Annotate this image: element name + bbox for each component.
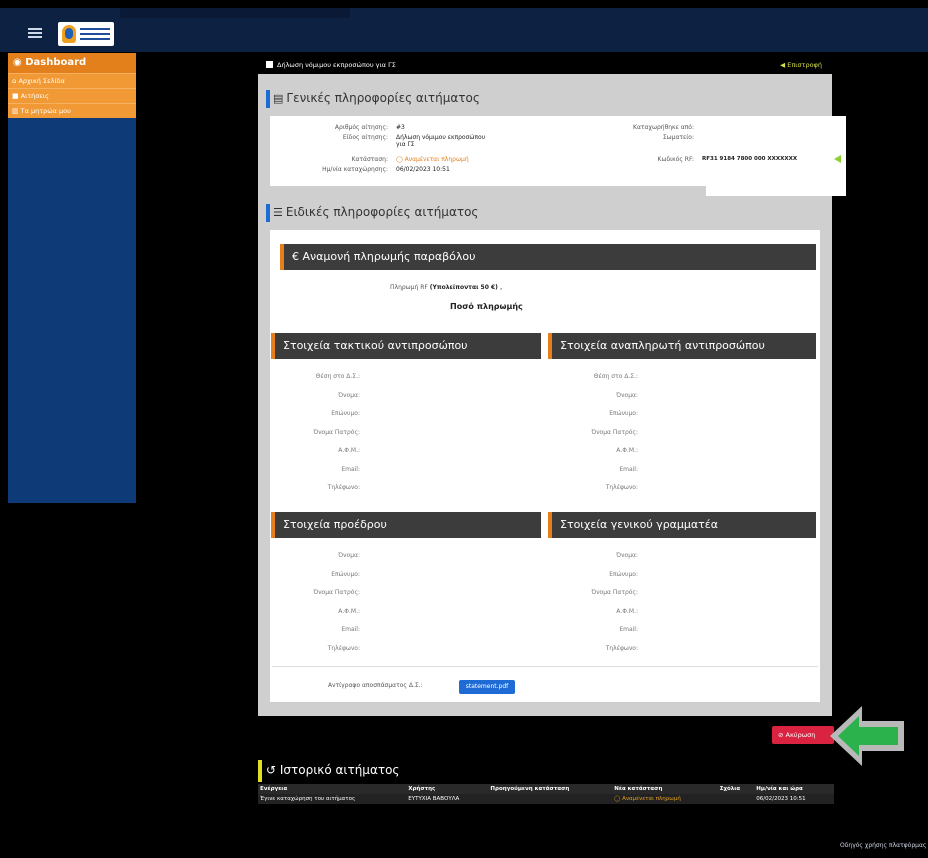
panel-top-bar: Δήλωση νόμιμου εκπροσώπου για ΓΣ ◀ Επιστ… xyxy=(258,56,832,74)
secretary-field-label: Όνομα: xyxy=(616,552,638,559)
president-field-label: Όνομα: xyxy=(338,552,360,559)
payment-pending-header: € Αναμονή πληρωμής παραβόλου xyxy=(280,244,816,270)
history-cell: 06/02/2023 10:51 xyxy=(754,794,834,804)
secretary-field-label: Επώνυμο: xyxy=(609,570,638,578)
alt-rep-field-label: Όνομα Πατρός: xyxy=(591,428,638,436)
request-type-heading: Δήλωση νόμιμου εκπροσώπου για ΓΣ xyxy=(277,61,396,69)
chart-icon: ▥ xyxy=(12,107,19,115)
regular-rep-field-label: Email: xyxy=(341,465,360,473)
secretary-header: Στοιχεία γενικού γραμματέα xyxy=(548,512,816,538)
regular-rep-field-label: Όνομα: xyxy=(338,391,360,399)
back-link[interactable]: ◀ Επιστροφή xyxy=(780,56,822,74)
special-info-title: ☰ Ειδικές πληροφορίες αιτήματος xyxy=(258,198,478,226)
regular-rep-field-label: Α.Φ.Μ.: xyxy=(338,447,360,454)
list-lines-icon: ☰ xyxy=(273,206,283,219)
payment-amount-label: Ποσό πληρωμής xyxy=(450,302,523,311)
general-info-title: ▤ Γενικές πληροφορίες αιτήματος xyxy=(258,84,832,112)
president-field-label: Επώνυμο: xyxy=(331,570,360,578)
top-navbar xyxy=(0,0,928,52)
president-field-label: Α.Φ.Μ.: xyxy=(338,607,360,615)
cancel-icon: ⊘ xyxy=(778,731,784,739)
history-cell xyxy=(717,794,755,804)
copy-indicator-icon[interactable] xyxy=(834,155,841,163)
rf-code: RF31 9184 7800 000 XXXXXXX xyxy=(702,156,798,162)
organization-logo[interactable] xyxy=(58,22,114,46)
secretary-field-label: Email: xyxy=(619,626,638,633)
president-field-label: Τηλέφωνο: xyxy=(327,644,360,652)
document-icon xyxy=(266,61,273,68)
regular-rep-field-label: Όνομα Πατρός: xyxy=(313,428,360,436)
hamburger-menu-icon[interactable] xyxy=(28,28,42,38)
status-value: Αναμένεται πληρωμή xyxy=(404,156,469,163)
dashboard-icon: ◉ xyxy=(13,57,22,68)
sidebar-dashboard[interactable]: ◉ Dashboard xyxy=(8,53,136,73)
history-cell xyxy=(488,794,613,804)
regular-rep-field-label: Τηλέφωνο: xyxy=(327,484,360,491)
history-column-header[interactable]: Προηγούμενη κατάσταση xyxy=(488,784,613,794)
history-title: ↺ Ιστορικό αιτήματος xyxy=(258,756,834,784)
history-column-header[interactable]: Ημ/νία και ώρα xyxy=(754,784,834,794)
secretary-field-label: Όνομα Πατρός: xyxy=(591,589,638,596)
alt-rep-field-label: Επώνυμο: xyxy=(609,410,638,417)
history-column-header[interactable]: Ενέργεια xyxy=(258,784,407,794)
folder-icon: ■ xyxy=(12,92,19,100)
list-icon: ▤ xyxy=(273,92,284,105)
history-column-header[interactable]: Χρήστης xyxy=(406,784,489,794)
secretary-field-label: Α.Φ.Μ.: xyxy=(616,607,638,615)
sidebar-item-registries[interactable]: ▥ Τα μητρώα μου xyxy=(8,103,136,118)
history-cell: Έγινε καταχώρηση του αιτήματος xyxy=(258,794,407,804)
regular-rep-field-label: Θέση στο Δ.Σ.: xyxy=(315,373,360,380)
history-column-header[interactable]: Νέα κατάσταση xyxy=(612,784,718,794)
euro-icon: € xyxy=(292,250,299,263)
regular-rep-header: Στοιχεία τακτικού αντιπροσώπου xyxy=(271,333,541,359)
sidebar-item-home[interactable]: ⌂ Αρχική Σελίδα xyxy=(8,73,136,88)
president-field-label: Όνομα Πατρός: xyxy=(313,589,360,596)
sidebar: ◉ Dashboard ⌂ Αρχική Σελίδα ■ Αιτήσεις ▥ Τα… xyxy=(8,53,136,503)
regular-rep-field-label: Επώνυμο: xyxy=(331,410,360,417)
president-field-label: Email: xyxy=(341,626,360,633)
attachment-label: Αντίγραφο αποσπάσματος Δ.Σ.: xyxy=(328,682,423,689)
request-panel: Δήλωση νόμιμου εκπροσώπου για ΓΣ ◀ Επιστ… xyxy=(258,56,846,716)
secretary-field-label: Τηλέφωνο: xyxy=(605,644,638,652)
divider xyxy=(272,666,818,667)
top-strip-dark xyxy=(120,8,350,18)
user-guide-link[interactable]: Οδηγός χρήσης πλατφόρμας xyxy=(840,842,926,849)
history-icon: ↺ xyxy=(266,763,277,777)
sidebar-item-requests[interactable]: ■ Αιτήσεις xyxy=(8,88,136,103)
alt-rep-field-label: Τηλέφωνο: xyxy=(605,484,638,491)
cancel-request-button[interactable]: ⊘ Ακύρωση xyxy=(772,726,834,744)
history-cell: ◯ Αναμένεται πληρωμή xyxy=(612,794,718,804)
history-table: Ενέργεια Χρήστης Προηγούμενη κατάσταση Νέα … xyxy=(258,784,834,804)
rf-code-box: RF31 9184 7800 000 XXXXXXX xyxy=(702,116,846,196)
alt-rep-field-label: Α.Φ.Μ.: xyxy=(616,447,638,454)
general-info-box: Αριθμός αίτησης: #3 Είδος αίτησης: Δήλωση … xyxy=(270,116,846,196)
green-arrow-annotation-icon xyxy=(830,706,904,766)
alt-rep-field-label: Θέση στο Δ.Σ.: xyxy=(593,373,638,380)
alt-rep-field-label: Όνομα: xyxy=(616,391,638,399)
history-column-header[interactable]: Σχόλια xyxy=(717,784,755,794)
statement-file-button[interactable]: statement.pdf xyxy=(459,680,515,694)
table-row: Έγινε καταχώρηση του αιτήματος ΕΥΤΥΧΙΑ ΒΑ… xyxy=(258,794,834,804)
payment-rf-line: Πληρωμή RF (Υπολείπονται 50 €) , xyxy=(390,282,503,291)
history-cell: ΕΥΤΥΧΙΑ ΒΑΒΟΥΛΑ xyxy=(406,794,489,804)
request-history: ↺ Ιστορικό αιτήματος Ενέργεια Χρήστης Προη… xyxy=(258,756,834,804)
alt-rep-field-label: Email: xyxy=(619,465,638,473)
president-header: Στοιχεία προέδρου xyxy=(271,512,541,538)
home-icon: ⌂ xyxy=(12,77,17,85)
alt-rep-header: Στοιχεία αναπληρωτή αντιπροσώπου xyxy=(548,333,816,359)
sidebar-header-label: Dashboard xyxy=(25,57,87,68)
top-strip xyxy=(0,0,928,8)
